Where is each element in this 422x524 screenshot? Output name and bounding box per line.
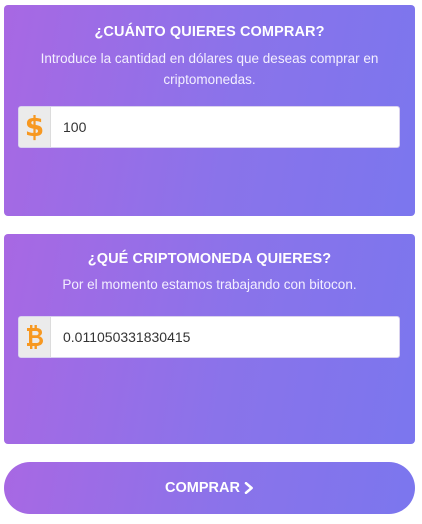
purchase-amount-title: ¿CUÁNTO QUIERES COMPRAR? (94, 24, 325, 40)
crypto-amount-field (18, 316, 400, 358)
dollar-addon: $ (19, 107, 51, 147)
crypto-select-description: Por el momento estamos trabajando con bi… (62, 277, 357, 292)
amount-input[interactable] (51, 107, 399, 147)
crypto-amount-input[interactable] (51, 317, 399, 357)
bitcoin-addon (19, 317, 51, 357)
buy-button[interactable]: COMPRAR (4, 462, 415, 514)
amount-field: $ (18, 106, 400, 148)
dollar-icon: $ (24, 110, 45, 143)
buy-button-label: COMPRAR (165, 480, 240, 496)
purchase-amount-card: ¿CUÁNTO QUIERES COMPRAR? Introduce la ca… (4, 5, 415, 216)
bitcoin-icon (26, 325, 43, 349)
crypto-select-card: ¿QUÉ CRIPTOMONEDA QUIERES? Por el moment… (4, 234, 415, 444)
crypto-select-title: ¿QUÉ CRIPTOMONEDA QUIERES? (87, 251, 332, 267)
chevron-right-icon (244, 482, 253, 494)
purchase-amount-description: Introduce la cantidad en dólares que des… (40, 51, 379, 87)
